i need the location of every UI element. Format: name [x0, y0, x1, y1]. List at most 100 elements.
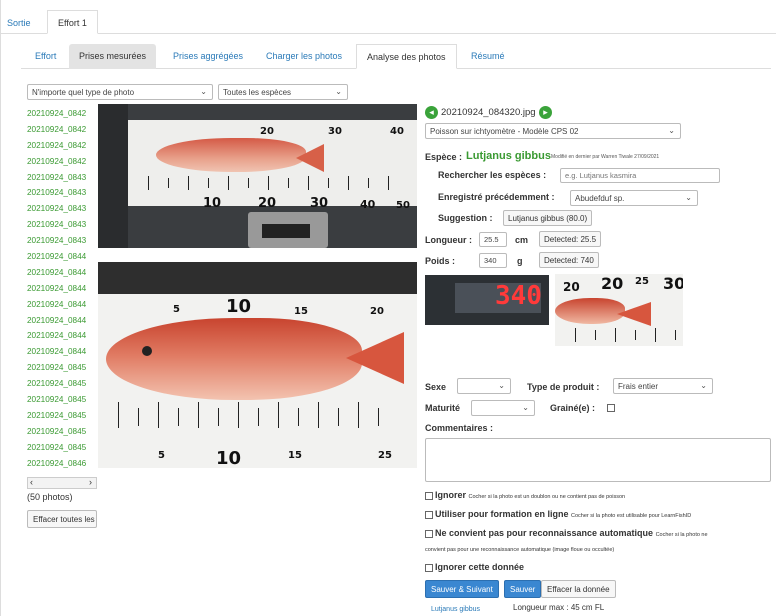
file-list-item[interactable]: 20210924_0844: [27, 297, 97, 313]
save-next-button[interactable]: Sauver & Suivant: [425, 580, 499, 598]
ruler-crop-image: 20 20 25 30: [555, 274, 683, 346]
tab-effort[interactable]: Effort: [25, 44, 66, 69]
photo-count: (50 photos): [27, 492, 73, 502]
file-list-item[interactable]: 20210924_0845: [27, 392, 97, 408]
max-length-text: Longueur max : 45 cm FL: [513, 603, 605, 612]
tab-analyse-photos[interactable]: Analyse des photos: [356, 44, 457, 69]
save-button[interactable]: Sauver: [504, 580, 542, 598]
tab-prises-mesurees[interactable]: Prises mesurées: [69, 44, 157, 69]
tab-prises-aggregees[interactable]: Prises aggrégées: [163, 44, 253, 69]
file-list-item[interactable]: 20210924_0844: [27, 281, 97, 297]
length-detected-button[interactable]: Detected: 25.5: [539, 231, 602, 247]
file-list-item[interactable]: 20210924_0842: [27, 138, 97, 154]
product-type-label: Type de produit :: [527, 382, 600, 392]
chevron-down-icon: ⌄: [498, 381, 505, 390]
file-list-item[interactable]: 20210924_0843: [27, 201, 97, 217]
grained-label: Grainé(e) :: [550, 403, 596, 413]
file-list-item[interactable]: 20210924_0843: [27, 170, 97, 186]
sex-label: Sexe: [425, 382, 447, 392]
length-input[interactable]: 25.5: [479, 232, 507, 247]
tab-sortie[interactable]: Sortie: [7, 18, 31, 28]
fish-photo-top[interactable]: 20 30 40 10 20 30 40 50: [98, 104, 417, 248]
length-label: Longueur :: [425, 235, 472, 245]
photo-file-list: 20210924_0842 20210924_0842 20210924_0842 2…: [27, 106, 97, 476]
suggestion-button[interactable]: Lutjanus gibbus (80.0): [503, 210, 593, 226]
tab-charger-photos[interactable]: Charger les photos: [256, 44, 352, 69]
clear-data-button[interactable]: Effacer la donnée: [541, 580, 616, 598]
no-auto-recognition-note: convient pas pour une reconnaissance aut…: [425, 547, 615, 553]
chevron-down-icon: ⌄: [668, 126, 675, 135]
fish-image: [156, 138, 306, 172]
tab-effort-1[interactable]: Effort 1: [47, 10, 98, 34]
previous-photo-icon[interactable]: ◂: [425, 106, 438, 119]
scale-reading: 340: [495, 281, 542, 311]
file-list-item[interactable]: 20210924_0843: [27, 233, 97, 249]
chevron-down-icon: ⌄: [685, 193, 692, 202]
file-list-item[interactable]: 20210924_0844: [27, 328, 97, 344]
fish-photo-main[interactable]: 5 10 15 20 5 10 15 25: [98, 262, 417, 468]
no-auto-recognition-option: Ne convient pas pour reconnaissance auto…: [435, 528, 708, 538]
ignore-data-label: Ignorer cette donnée: [435, 562, 525, 572]
species-search-label: Rechercher les espèces :: [438, 170, 547, 180]
grained-checkbox[interactable]: [607, 404, 615, 412]
file-list-item[interactable]: 20210924_0842: [27, 122, 97, 138]
photo-type-filter[interactable]: N'importe quel type de photo ⌄: [27, 84, 213, 100]
recorded-species-select[interactable]: Abudefduf sp. ⌄: [570, 190, 698, 206]
app-panel: Sortie Effort 1 Effort Prises mesurées P…: [0, 0, 776, 616]
scale-crop-image: 340: [425, 275, 549, 325]
file-list-scrollbar[interactable]: ‹ ›: [27, 477, 97, 489]
clear-all-button[interactable]: Effacer toutes les: [27, 510, 97, 528]
file-list-item[interactable]: 20210924_0844: [27, 313, 97, 329]
file-list-item[interactable]: 20210924_0843: [27, 185, 97, 201]
ignore-data-checkbox[interactable]: [425, 564, 433, 572]
file-list-item[interactable]: 20210924_0844: [27, 344, 97, 360]
top-tab-bar: Sortie Effort 1: [1, 8, 776, 34]
chevron-down-icon: ⌄: [200, 87, 207, 96]
ignore-option: Ignorer Cocher si la photo est un doublo…: [435, 490, 626, 500]
recorded-label: Enregistré précédemment :: [438, 192, 555, 202]
ignore-checkbox[interactable]: [425, 492, 433, 500]
weight-input[interactable]: 340: [479, 253, 507, 268]
chevron-down-icon: ⌄: [522, 403, 529, 412]
file-list-item[interactable]: 20210924_0844: [27, 265, 97, 281]
file-list-item[interactable]: 20210924_0845: [27, 408, 97, 424]
file-list-item[interactable]: 20210924_0845: [27, 360, 97, 376]
sex-select[interactable]: ⌄: [457, 378, 511, 394]
weight-label: Poids :: [425, 256, 456, 266]
species-name: Lutjanus gibbus: [466, 150, 551, 162]
comments-textarea[interactable]: [425, 438, 771, 482]
training-checkbox[interactable]: [425, 511, 433, 519]
file-list-item[interactable]: 20210924_0846: [27, 456, 97, 472]
species-search-input[interactable]: [560, 168, 720, 183]
suggestion-label: Suggestion :: [438, 213, 493, 223]
comments-label: Commentaires :: [425, 423, 494, 433]
file-list-item[interactable]: 20210924_0845: [27, 440, 97, 456]
file-list-item[interactable]: 20210924_0844: [27, 249, 97, 265]
chevron-down-icon: ⌄: [335, 87, 342, 96]
length-unit: cm: [515, 235, 529, 245]
maturity-label: Maturité: [425, 403, 461, 413]
chevron-down-icon: ⌄: [700, 381, 707, 390]
no-auto-recognition-checkbox[interactable]: [425, 530, 433, 538]
photo-type-select[interactable]: Poisson sur ichtyomètre - Modèle CPS 02 ⌄: [425, 123, 681, 139]
scroll-left-icon[interactable]: ‹: [30, 477, 33, 487]
maturity-select[interactable]: ⌄: [471, 400, 535, 416]
file-list-item[interactable]: 20210924_0842: [27, 154, 97, 170]
tab-resume[interactable]: Résumé: [461, 44, 515, 69]
file-list-item[interactable]: 20210924_0842: [27, 106, 97, 122]
file-list-item[interactable]: 20210924_0845: [27, 376, 97, 392]
species-label: Espèce :: [425, 152, 463, 162]
next-photo-icon[interactable]: ▸: [539, 106, 552, 119]
fish-image-large: [106, 318, 362, 400]
product-type-select[interactable]: Frais entier ⌄: [613, 378, 713, 394]
scroll-right-icon[interactable]: ›: [89, 477, 92, 487]
weight-unit: g: [517, 256, 523, 266]
weight-detected-button[interactable]: Detected: 740: [539, 252, 599, 268]
file-list-item[interactable]: 20210924_0845: [27, 424, 97, 440]
species-filter[interactable]: Toutes les espèces ⌄: [218, 84, 348, 100]
scale-device: [248, 212, 328, 248]
file-list-item[interactable]: 20210924_0843: [27, 217, 97, 233]
ruler-main: [98, 402, 417, 442]
species-modified-note: Modifié en dernier par Warren Tiwale 27/…: [551, 154, 660, 160]
species-footer-link[interactable]: Lutjanus gibbus: [431, 606, 480, 613]
